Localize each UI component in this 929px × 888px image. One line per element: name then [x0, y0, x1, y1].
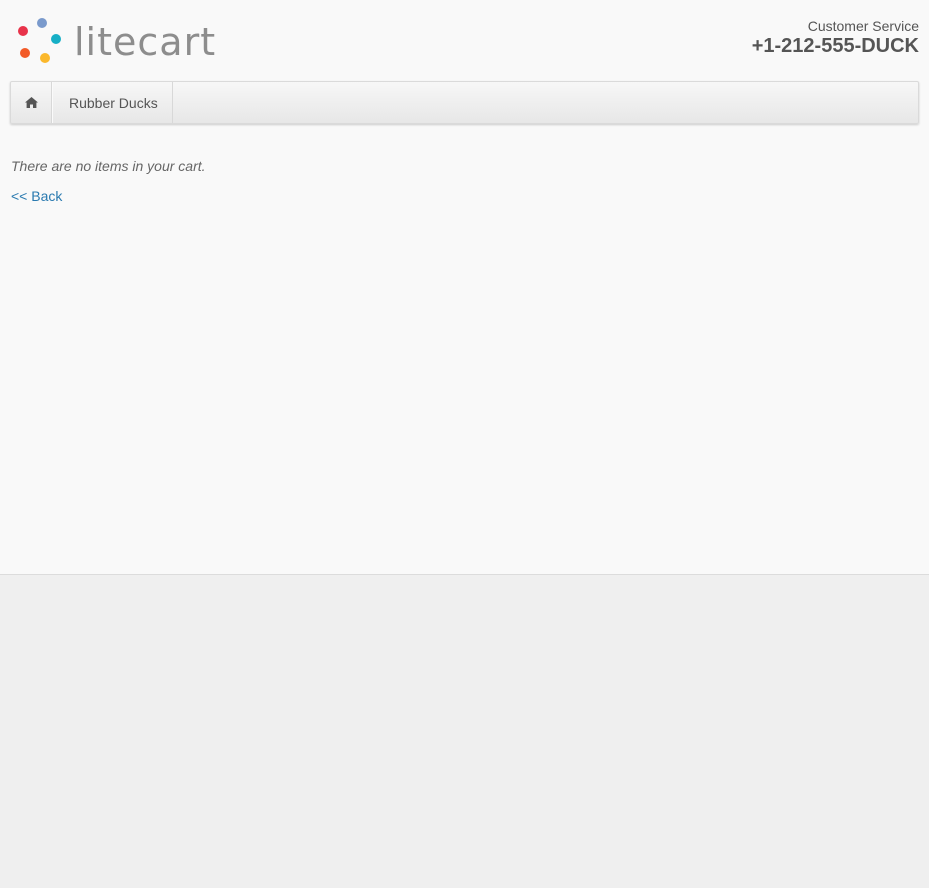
footer-area	[0, 575, 929, 888]
customer-service: Customer Service +1-212-555-DUCK	[752, 18, 919, 57]
nav-home-button[interactable]	[11, 82, 52, 123]
litecart-logo-image: litecart	[18, 18, 216, 64]
page: litecart Customer Service +1-212-555-DUC…	[0, 0, 929, 888]
back-link[interactable]: << Back	[11, 188, 62, 204]
site-navigation: Rubber Ducks	[10, 81, 919, 124]
litecart-logo[interactable]: litecart	[14, 14, 226, 68]
home-icon	[24, 97, 38, 108]
main-area: litecart Customer Service +1-212-555-DUC…	[0, 0, 929, 575]
customer-service-phone[interactable]: +1-212-555-DUCK	[752, 35, 919, 57]
cart-empty-message: There are no items in your cart.	[11, 158, 206, 174]
nav-item-rubber-ducks[interactable]: Rubber Ducks	[52, 82, 173, 123]
customer-service-label: Customer Service	[807, 18, 919, 34]
logo-wordmark: litecart	[74, 20, 216, 64]
